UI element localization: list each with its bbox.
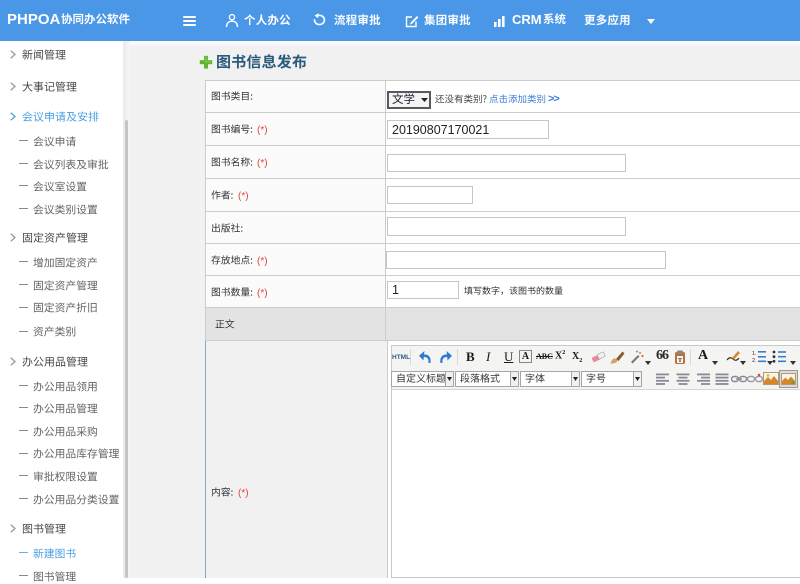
svg-text:2.: 2. — [752, 358, 757, 363]
svg-text:T: T — [678, 358, 682, 364]
svg-text:1.: 1. — [752, 351, 757, 357]
